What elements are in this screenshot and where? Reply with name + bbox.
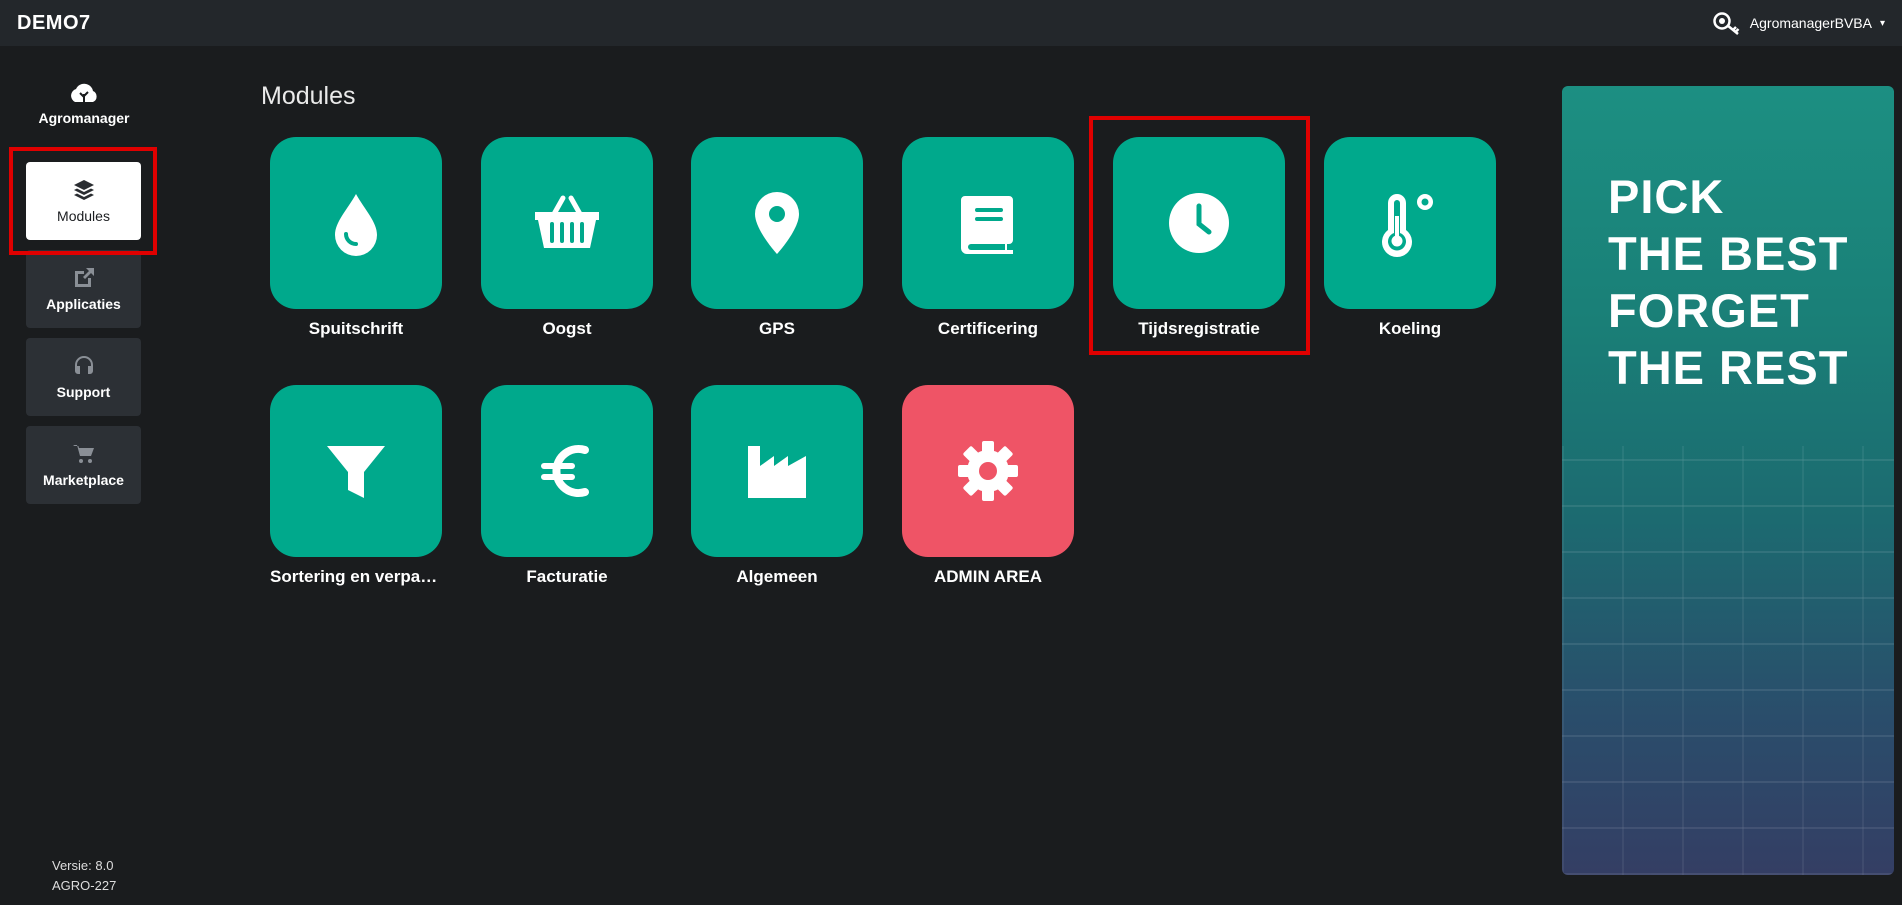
promo-banner[interactable]: PICK THE BEST FORGET THE REST [1562,86,1894,875]
page-title: Modules [261,82,356,110]
banner-line: PICK [1608,170,1725,223]
version-number: Versie: 8.0 [52,858,114,873]
headset-icon [74,356,93,374]
module-label: Certificering [937,319,1039,338]
banner-headline: PICK THE BEST FORGET THE REST [1608,168,1848,396]
factory-icon [748,446,806,498]
user-menu[interactable]: AgromanagerBVBA ▾ [1712,10,1885,36]
module-tile-certificering[interactable]: Certificering [902,137,1074,339]
clock-icon [1169,193,1229,253]
logo-text: Agromanager [38,110,130,126]
sidebar-item-label: Applicaties [46,296,121,312]
sidebar-item-label: Modules [57,208,110,224]
module-tile-tijdsregistratie[interactable]: Tijdsregistratie [1113,137,1285,339]
funnel-icon [327,446,385,498]
euro-icon [541,445,589,497]
sidebar-item-label: Marketplace [43,472,124,488]
book-icon [961,196,1013,254]
layers-icon [73,180,94,200]
sidebar-item-applicaties[interactable]: Applicaties [26,250,141,328]
user-key-icon [1713,12,1740,35]
module-tile-oogst[interactable]: Oogst [481,137,653,339]
banner-line: THE BEST [1608,227,1849,280]
module-label: Spuitschrift [308,319,404,338]
brand-name[interactable]: DEMO7 [17,12,91,35]
cloud-tree-icon [71,83,97,104]
module-label: Tijdsregistratie [1138,319,1260,338]
sidebar-item-label: Support [56,384,111,400]
sidebar-item-modules[interactable]: Modules [26,162,141,240]
module-tile-facturatie[interactable]: Facturatie [481,385,653,587]
banner-line: THE REST [1608,341,1849,394]
thermometer-icon [1382,194,1433,257]
module-tile-admin-area[interactable]: ADMIN AREA [902,385,1074,587]
external-link-icon [74,268,94,287]
module-label: ADMIN AREA [934,567,1042,586]
build-number: AGRO-227 [52,878,117,893]
banner-line: FORGET [1608,284,1810,337]
user-name: AgromanagerBVBA [1749,15,1872,31]
module-tile-gps[interactable]: GPS [691,137,863,339]
sidebar: Agromanager Modules Applicaties Support … [0,46,166,905]
gear-icon [958,441,1018,501]
chevron-down-icon: ▾ [1879,17,1885,29]
module-tile-spuitschrift[interactable]: Spuitschrift [270,137,442,339]
module-label: Algemeen [736,567,818,586]
version-info: Versie: 8.0 AGRO-227 [52,856,116,896]
module-tile-sortering[interactable]: Sortering en verpakking [270,385,442,587]
cart-icon [72,445,94,463]
module-label: GPS [759,319,795,338]
module-label: Facturatie [526,567,608,586]
module-label: Koeling [1378,319,1442,338]
banner-background-image [1562,446,1894,875]
sidebar-item-marketplace[interactable]: Marketplace [26,426,141,504]
top-navbar: DEMO7 AgromanagerBVBA ▾ [0,0,1902,46]
app-logo[interactable]: Agromanager [38,82,130,128]
module-label: Oogst [542,319,592,338]
map-pin-icon [755,192,799,254]
module-label: Sortering en verpakking [270,567,442,586]
module-tile-koeling[interactable]: Koeling [1324,137,1496,339]
module-tile-algemeen[interactable]: Algemeen [691,385,863,587]
sidebar-item-support[interactable]: Support [26,338,141,416]
droplet-icon [335,194,377,256]
basket-icon [535,195,599,248]
